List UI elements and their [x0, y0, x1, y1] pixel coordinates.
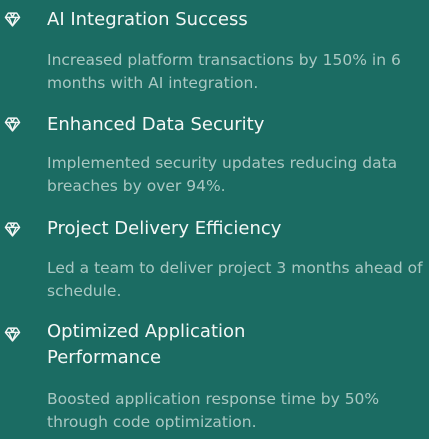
achievement-description: Increased platform transactions by 150% …	[47, 51, 401, 92]
achievements-list: AI Integration Success Increased platfor…	[0, 0, 429, 439]
achievement-title: AI Integration Success	[47, 9, 248, 30]
gem-icon	[4, 326, 21, 343]
gem-icon	[4, 221, 21, 238]
achievement-title: Enhanced Data Security	[47, 114, 265, 135]
gem-icon	[4, 11, 21, 28]
achievement-description: Implemented security updates reducing da…	[47, 154, 398, 195]
gem-icon	[4, 116, 21, 133]
achievement-title: Optimized Application Performance	[47, 321, 246, 368]
achievement-description: Boosted application response time by 50%…	[47, 390, 380, 431]
achievement-description: Led a team to deliver project 3 months a…	[47, 259, 423, 300]
achievement-title: Project Delivery Efficiency	[47, 218, 282, 239]
